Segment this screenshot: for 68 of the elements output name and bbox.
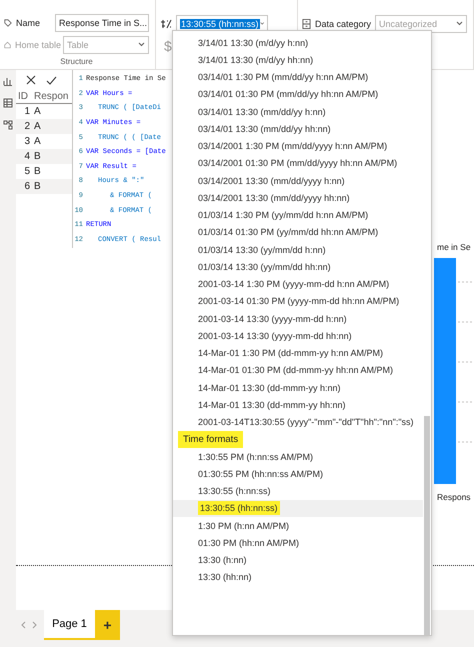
home-table-label: Home table — [15, 40, 59, 50]
dropdown-option[interactable]: 14-Mar-01 1:30 PM (dd-mmm-yy h:nn AM/PM) — [173, 344, 423, 362]
check-icon[interactable] — [46, 76, 57, 84]
caret-icon — [456, 21, 463, 26]
table-cell-text: B — [33, 151, 42, 162]
dropdown-option[interactable]: 2001-03-14T13:30:55 (yyyy"-"mm"-"dd"T"hh":"nn":"ss) — [173, 414, 423, 431]
dropdown-option[interactable]: 2001-03-14 13:30 (yyyy-mm-dd hh:nn) — [173, 327, 423, 344]
dropdown-option[interactable]: 03/14/2001 01:30 PM (mm/dd/yyyy hh:nn AM/PM) — [173, 154, 423, 172]
dropdown-option[interactable]: 13:30 (h:nn) — [173, 552, 423, 569]
dropdown-option[interactable]: 01/03/14 13:30 (yy/mm/dd h:nn) — [173, 241, 423, 258]
table-cell-text: A — [33, 136, 42, 147]
tag-icon — [4, 18, 12, 28]
column-header: ID — [17, 91, 29, 102]
number-format-icon — [160, 18, 172, 28]
dropdown-option[interactable]: 13:30 (hh:nn) — [173, 568, 423, 586]
dropdown-option[interactable]: 03/14/2001 1:30 PM (mm/dd/yyyy h:nn AM/PM) — [173, 138, 423, 155]
dropdown-option[interactable]: 01/03/14 01:30 PM (yy/mm/dd hh:nn AM/PM) — [173, 224, 423, 241]
dropdown-option[interactable]: 13:30:55 (h:nn:ss) — [173, 482, 423, 500]
page-tab[interactable]: Page 1 — [44, 610, 95, 640]
dropdown-option[interactable]: 14-Mar-01 13:30 (dd-mmm-yy hh:nn) — [173, 396, 423, 414]
table-cell-text: B — [33, 181, 42, 192]
dropdown-option[interactable]: 03/14/01 13:30 (mm/dd/yy h:nn) — [173, 103, 423, 120]
section-header: Time formats — [178, 430, 244, 448]
name-field[interactable]: Response Time in S... — [55, 14, 149, 32]
data-category-label: Data category — [315, 18, 371, 28]
caret-icon — [138, 42, 145, 48]
category-icon — [302, 18, 311, 30]
dropdown-option[interactable]: 14-Mar-01 13:30 (dd-mmm-yy h:nn) — [173, 379, 423, 396]
name-label: Name — [16, 18, 41, 28]
dropdown-option[interactable]: 03/14/01 01:30 PM (mm/dd/yy hh:nn AM/PM) — [173, 86, 423, 103]
dropdown-option[interactable]: 03/14/2001 13:30 (mm/dd/yyyy hh:nn) — [173, 189, 423, 206]
dropdown-option[interactable]: 03/14/01 13:30 (mm/dd/yy hh:nn) — [173, 120, 423, 138]
dropdown-option[interactable]: 2001-03-14 01:30 PM (yyyy-mm-dd hh:nn AM/PM) — [173, 292, 423, 310]
table-cell-text: B — [33, 166, 42, 177]
scrollbar[interactable] — [424, 416, 430, 635]
dropdown-option[interactable]: 01:30:55 PM (hh:nn:ss AM/PM) — [173, 465, 423, 482]
dropdown-option[interactable]: 3/14/01 13:30 (m/d/yy h:nn) — [173, 34, 423, 52]
table-cell-text: 6 — [23, 181, 31, 192]
table-view-icon[interactable] — [3, 98, 13, 108]
dropdown-option[interactable]: 03/14/01 1:30 PM (mm/dd/yy h:nn AM/PM) — [173, 68, 423, 86]
table-cell-text: 3 — [23, 136, 31, 147]
chart-title: me in Se — [437, 242, 472, 252]
caret-icon — [260, 21, 264, 26]
dropdown-option[interactable]: 1:30:55 PM (h:nn:ss AM/PM) — [173, 448, 423, 466]
table-cell-text: 5 — [23, 166, 31, 177]
table-cell-text: A — [33, 106, 42, 117]
dropdown-option[interactable]: 1:30 PM (h:nn AM/PM) — [173, 517, 423, 534]
model-view-icon[interactable] — [3, 120, 13, 130]
close-icon[interactable] — [26, 75, 36, 85]
dropdown-option[interactable]: 01:30 PM (hh:nn AM/PM) — [173, 534, 423, 552]
dropdown-option[interactable]: 3/14/01 13:30 (m/d/yy hh:nn) — [173, 51, 423, 68]
dropdown-option[interactable]: 14-Mar-01 01:30 PM (dd-mmm-yy hh:nn AM/PM) — [173, 362, 423, 379]
report-view-icon[interactable] — [3, 76, 13, 86]
home-icon — [4, 40, 11, 50]
table-cell-text: 1 — [23, 106, 31, 117]
dropdown-option[interactable]: 2001-03-14 13:30 (yyyy-mm-dd h:nn) — [173, 310, 423, 328]
axis-label: Respons — [437, 492, 472, 502]
table-cell-text: A — [33, 121, 42, 132]
column-header: Respon — [33, 91, 70, 102]
dropdown-option[interactable]: 01/03/14 13:30 (yy/mm/dd hh:nn) — [173, 258, 423, 276]
group-label: Structure — [60, 57, 93, 66]
dropdown-option[interactable]: 01/03/14 1:30 PM (yy/mm/dd h:nn AM/PM) — [173, 206, 423, 224]
table-cell-text: 4 — [23, 151, 31, 162]
add-page-button[interactable]: + — [95, 610, 120, 640]
dropdown-option[interactable]: 13:30:55 (hh:nn:ss) — [173, 500, 423, 517]
dropdown-option[interactable]: 03/14/2001 13:30 (mm/dd/yyyy h:nn) — [173, 172, 423, 190]
dropdown-option[interactable]: 2001-03-14 1:30 PM (yyyy-mm-dd h:nn AM/PM) — [173, 276, 423, 293]
table-cell-text: 2 — [23, 121, 31, 132]
